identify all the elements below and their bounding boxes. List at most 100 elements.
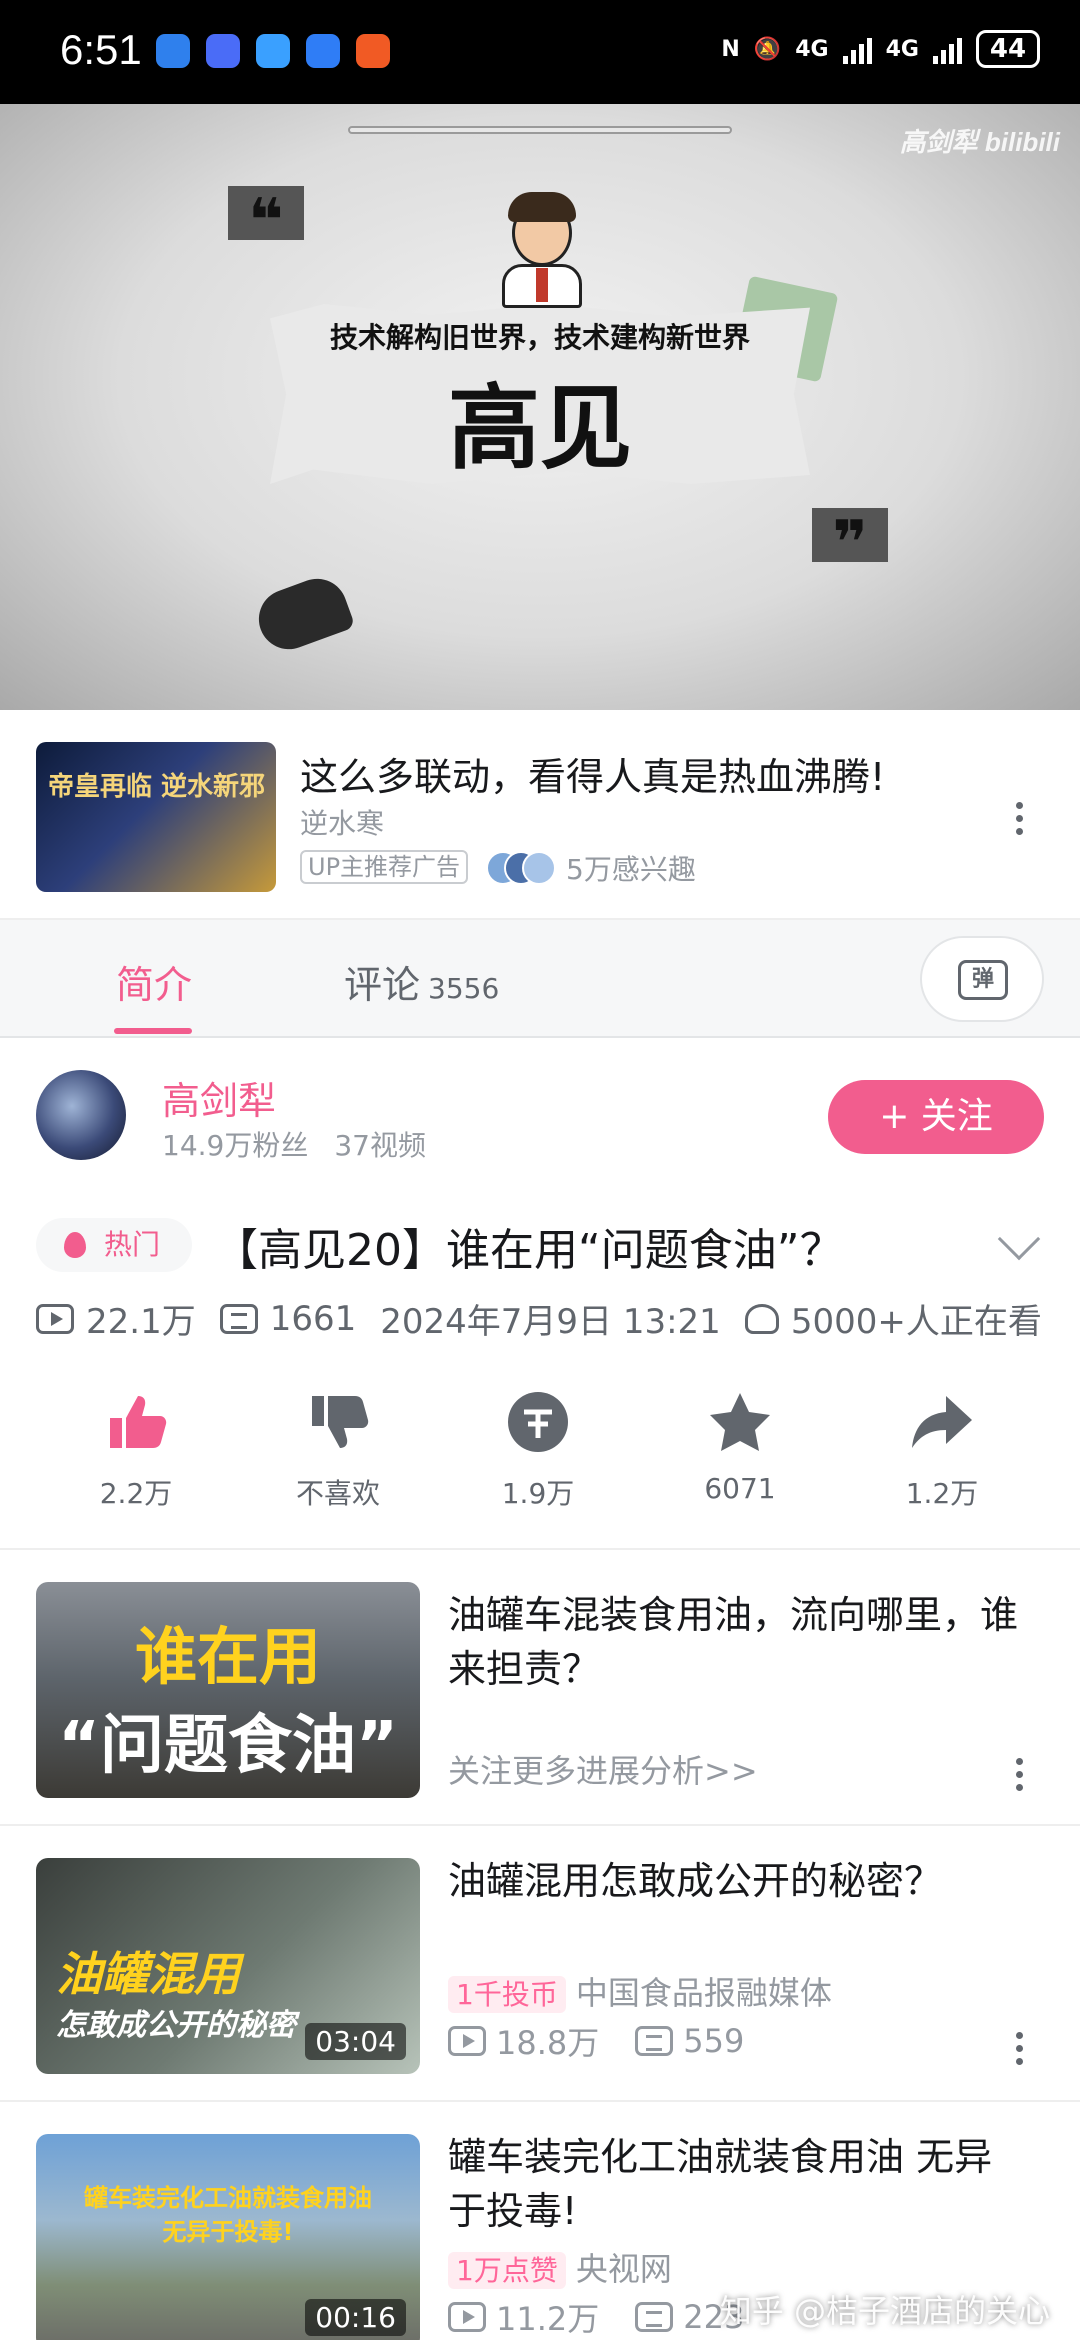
dislike-label: 不喜欢: [295, 1477, 380, 1510]
notification-icons: [156, 34, 390, 68]
more-options-icon[interactable]: [1014, 802, 1024, 835]
recommended-note[interactable]: 关注更多进展分析>>: [448, 1746, 758, 1792]
source-name[interactable]: 央视网: [576, 2250, 672, 2288]
clock: 6:51: [60, 26, 142, 73]
favorite-button[interactable]: 6071: [660, 1390, 820, 1505]
thumbs-down-icon: [306, 1390, 370, 1454]
ad-thumbnail-text: 帝皇再临 逆水新邪: [48, 772, 266, 802]
uploader-avatar[interactable]: [36, 1070, 126, 1160]
network-label-2: 4G: [885, 36, 919, 62]
tab-intro[interactable]: 简介: [116, 954, 192, 1009]
video-title: 【高见20】谁在用“问题食油”？: [214, 1225, 844, 1276]
recommended-stats: 18.8万 559: [448, 2018, 744, 2064]
overlay-watermark: 知乎 @桔子酒店的关心: [719, 2292, 1050, 2330]
thumbs-up-icon: [104, 1390, 168, 1454]
video-big-title: 高见: [447, 374, 632, 482]
recommended-source: 1千投币 中国食品报融媒体: [448, 1968, 832, 2014]
shopping-app-icon: [356, 34, 390, 68]
signal-icon: [842, 34, 872, 64]
play-count: 22.1万: [86, 1302, 196, 1342]
status-bar: 6:51 N 🔕 4G 4G 44: [0, 0, 1080, 104]
video-meta: 22.1万 1661 2024年7月9日 13:21 5000+人正在看: [36, 1294, 1042, 1343]
play-count: 18.8万: [496, 2024, 600, 2062]
ad-thumbnail[interactable]: 帝皇再临 逆水新邪: [36, 742, 276, 892]
recommended-source: 1万点赞 央视网: [448, 2244, 672, 2290]
danmaku-count: 559: [683, 2022, 745, 2060]
weather-app-icon: [256, 34, 290, 68]
uploader-videos: 37视频: [334, 1129, 426, 1162]
danmaku-count: 1661: [269, 1298, 357, 1339]
recommended-video[interactable]: 油罐混用 怎敢成公开的秘密 03:04 油罐混用怎敢成公开的秘密？ 1千投币 中国…: [0, 1826, 1080, 2102]
thumbnail-caption: 无异于投毒!: [162, 2218, 294, 2246]
like-button[interactable]: 2.2万: [56, 1390, 216, 1512]
like-count: 2.2万: [99, 1477, 173, 1510]
recommended-thumbnail[interactable]: 谁在用 “问题食油”: [36, 1582, 420, 1798]
recommended-stats: 11.2万 223: [448, 2294, 744, 2340]
chevron-down-icon[interactable]: [997, 1217, 1041, 1261]
coin-button[interactable]: 1.9万: [458, 1390, 618, 1512]
danmaku-count-icon: [635, 2026, 674, 2056]
follow-button[interactable]: + 关注: [828, 1080, 1044, 1154]
hot-label: 热门: [104, 1228, 161, 1261]
tab-comments-label: 评论: [344, 963, 421, 1007]
favorite-count: 6071: [704, 1472, 776, 1505]
recommended-thumbnail[interactable]: 罐车装完化工油就装食用油 无异于投毒! 00:16: [36, 2134, 420, 2340]
video-player[interactable]: 高剑犁 bilibili ❝ ❞ 技术解构旧世界，技术建构新世界 高见: [0, 104, 1080, 710]
drag-handle[interactable]: [348, 126, 732, 134]
thumbnail-caption: 油罐混用: [56, 1947, 240, 2001]
signal-icon-2: [933, 34, 962, 64]
tab-comments-count: 3556: [428, 972, 500, 1005]
recommended-video[interactable]: 谁在用 “问题食油” 油罐车混装食用油，流向哪里，谁来担责？ 关注更多进展分析>…: [0, 1550, 1080, 1826]
uploader-fans: 14.9万粉丝: [162, 1129, 309, 1162]
recommended-tag: 1千投币: [448, 1976, 566, 2013]
star-icon: [708, 1390, 772, 1454]
quote-mark-icon: ❞: [812, 508, 888, 578]
play-count-icon: [448, 2302, 486, 2332]
video-duration: 03:04: [305, 2023, 406, 2060]
hot-badge[interactable]: 热门: [36, 1218, 192, 1272]
recommended-tag: 1万点赞: [448, 2252, 566, 2289]
music-app-icon: [206, 34, 240, 68]
ad-subtitle: 逆水寒: [300, 807, 385, 840]
recommended-title[interactable]: 罐车装完化工油就装食用油 无异于投毒!: [448, 2130, 1028, 2238]
hand-icon: [250, 570, 356, 658]
source-name[interactable]: 中国食品报融媒体: [576, 1974, 832, 2012]
battery-icon: 44: [976, 30, 1040, 68]
uploader-name[interactable]: 高剑犁: [162, 1070, 276, 1125]
danmaku-icon: 弹: [958, 960, 1008, 1000]
thumbnail-caption: 罐车装完化工油就装食用油: [84, 2184, 372, 2212]
ad-title[interactable]: 这么多联动，看得人真是热血沸腾!: [300, 746, 885, 801]
dislike-button[interactable]: 不喜欢: [258, 1390, 418, 1512]
mute-bell-icon: 🔕: [753, 36, 782, 62]
action-bar: 2.2万 不喜欢 1.9万 6071 1.2万: [0, 1390, 1080, 1550]
danmaku-toggle-button[interactable]: 弹: [920, 936, 1044, 1022]
recommended-title[interactable]: 油罐车混装食用油，流向哪里，谁来担责？: [448, 1588, 1028, 1696]
thumbnail-caption: 怎敢成公开的秘密: [56, 2008, 296, 2043]
uploader-stats: 14.9万粉丝 37视频: [162, 1124, 426, 1164]
video-slogan: 技术解构旧世界，技术建构新世界: [329, 321, 750, 354]
tab-bar: 简介 评论 3556 弹: [0, 920, 1080, 1038]
thumbnail-caption: “问题食油”: [57, 1709, 399, 1783]
ad-card[interactable]: 帝皇再临 逆水新邪 这么多联动，看得人真是热血沸腾! 逆水寒 UP主推荐广告 5…: [0, 710, 1080, 920]
interested-avatars: [486, 851, 556, 885]
share-count: 1.2万: [905, 1477, 979, 1510]
ad-badge: UP主推荐广告: [300, 850, 469, 884]
danmaku-count-icon: [635, 2302, 674, 2332]
thumbnail-caption: 谁在用: [134, 1620, 321, 1693]
system-indicators: N 🔕 4G 4G 44: [721, 30, 1040, 68]
play-count-icon: [36, 1303, 74, 1334]
tab-comments[interactable]: 评论 3556: [344, 954, 499, 1009]
watching-now: 5000+人正在看: [790, 1302, 1042, 1342]
more-options-icon[interactable]: [1014, 1758, 1024, 1791]
coin-count: 1.9万: [501, 1477, 575, 1510]
network-label-1: 4G: [795, 36, 829, 62]
video-duration: 00:16: [305, 2299, 406, 2336]
nfc-icon: N: [721, 36, 740, 62]
play-count: 11.2万: [496, 2300, 600, 2338]
recommended-thumbnail[interactable]: 油罐混用 怎敢成公开的秘密 03:04: [36, 1858, 420, 2074]
more-options-icon[interactable]: [1014, 2032, 1024, 2065]
recommended-title[interactable]: 油罐混用怎敢成公开的秘密？: [448, 1854, 1028, 1908]
coin-icon: [506, 1390, 570, 1454]
play-count-icon: [448, 2026, 486, 2056]
share-button[interactable]: 1.2万: [862, 1390, 1022, 1512]
